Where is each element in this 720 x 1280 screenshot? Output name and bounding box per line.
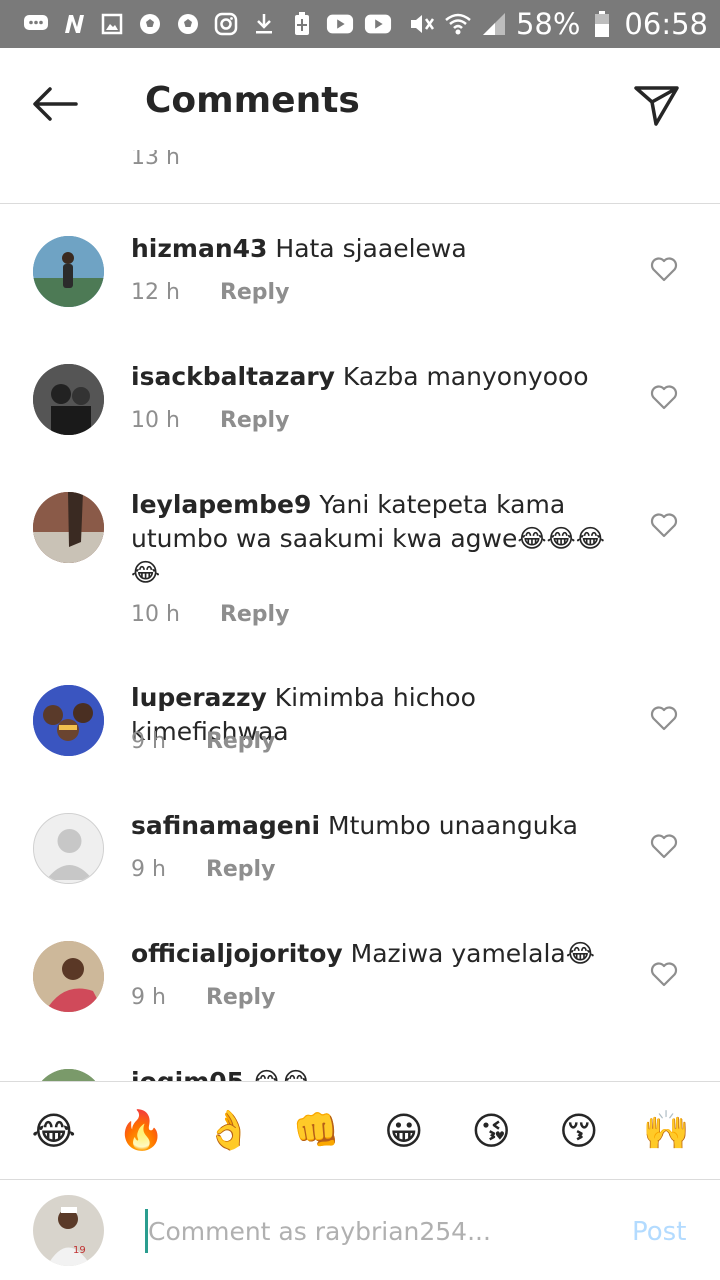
status-bar: 58% 06:58 [0, 0, 720, 48]
youtube-icon [326, 10, 354, 38]
avatar[interactable] [33, 941, 104, 1012]
avatar[interactable] [33, 813, 104, 884]
send-icon [634, 86, 679, 126]
comment-meta: 10 h Reply [131, 408, 289, 433]
chat-icon [22, 10, 50, 38]
heart-icon[interactable] [650, 833, 678, 859]
battery-icon [588, 10, 616, 38]
comment-time: 9 h [131, 729, 166, 754]
battery-percent: 58% [515, 7, 581, 41]
heart-icon[interactable] [650, 512, 678, 538]
comment-input[interactable] [145, 1209, 595, 1253]
clock: 06:58 [624, 7, 708, 41]
reply-button[interactable]: Reply [220, 280, 290, 305]
emoji-quick-bar: 😂 🔥 👌 👊 😀 😘 😚 🙌 [0, 1081, 720, 1180]
comment-time: 9 h [131, 985, 166, 1010]
comment-username[interactable]: luperazzy [131, 683, 267, 712]
youtube-icon [364, 10, 392, 38]
emoji-laughing-icon[interactable]: 😂 [28, 1105, 80, 1157]
heart-icon[interactable] [650, 256, 678, 282]
heart-icon[interactable] [650, 705, 678, 731]
comment-username[interactable]: officialjojoritoy [131, 939, 343, 968]
comment-text: leylapembe9 Yani katepeta kama utumbo wa… [131, 488, 631, 590]
current-user-avatar[interactable]: 19 [33, 1195, 104, 1266]
heart-icon[interactable] [650, 961, 678, 987]
avatar[interactable] [33, 685, 104, 756]
comment-meta: 10 h Reply [131, 602, 289, 627]
avatar[interactable] [33, 364, 104, 435]
comment-time: 12 h [131, 280, 180, 305]
download-icon [250, 10, 278, 38]
avatar[interactable] [33, 492, 104, 563]
comment-meta: 9 h Reply [131, 729, 275, 754]
reply-button[interactable]: Reply [220, 602, 290, 627]
arrow-left-icon [33, 87, 78, 121]
emoji-kiss-heart-icon[interactable]: 😘 [465, 1105, 517, 1157]
reply-button[interactable]: Reply [206, 857, 276, 882]
comment-username[interactable]: leylapembe9 [131, 490, 311, 519]
page-title: Comments [145, 80, 360, 121]
comment-text: hizman43 Hata sjaaelewa [131, 232, 631, 266]
share-button[interactable] [632, 80, 682, 130]
comment-text: officialjojoritoy Maziwa yamelala😂 [131, 937, 631, 971]
back-button[interactable] [30, 84, 80, 124]
comment-body: Hata sjaaelewa [275, 234, 467, 263]
heart-icon[interactable] [650, 384, 678, 410]
svg-text:19: 19 [73, 1245, 86, 1256]
clipped-comment-time: 13 h [131, 150, 180, 170]
image-icon [98, 10, 126, 38]
signal-icon [480, 10, 508, 38]
wifi-icon [444, 10, 472, 38]
soccer-icon [174, 10, 202, 38]
emoji-kiss-icon[interactable]: 😚 [553, 1105, 605, 1157]
comment-meta: 9 h Reply [131, 985, 275, 1010]
comment-text: isackbaltazary Kazba manyonyooo [131, 360, 631, 394]
comment-meta: 12 h Reply [131, 280, 289, 305]
battery-saver-icon [288, 10, 316, 38]
comment-composer: 19 Post [0, 1181, 720, 1280]
comment-meta: 9 h Reply [131, 857, 275, 882]
comment-text: iogim05 😂😂 [131, 1065, 631, 1081]
soccer-icon [136, 10, 164, 38]
emoji-fire-icon[interactable]: 🔥 [115, 1105, 167, 1157]
emoji-raised-hands-icon[interactable]: 🙌 [640, 1105, 692, 1157]
emoji-grinning-icon[interactable]: 😀 [378, 1105, 430, 1157]
avatar[interactable] [33, 236, 104, 307]
mute-icon [408, 10, 436, 38]
reply-button[interactable]: Reply [206, 729, 276, 754]
comment-time: 9 h [131, 857, 166, 882]
avatar[interactable] [33, 1069, 104, 1081]
reply-button[interactable]: Reply [206, 985, 276, 1010]
comment-body: Kazba manyonyooo [342, 362, 589, 391]
comments-header: Comments [0, 48, 720, 160]
instagram-icon [212, 10, 240, 38]
comment-text: safinamageni Mtumbo unaanguka [131, 809, 631, 843]
status-left-icons [22, 10, 392, 38]
comment-time: 10 h [131, 602, 180, 627]
n-icon [60, 10, 88, 38]
comment-username[interactable]: isackbaltazary [131, 362, 335, 391]
status-right: 58% 06:58 [408, 7, 708, 41]
comment-username[interactable]: safinamageni [131, 811, 320, 840]
comment-body: Maziwa yamelala😂 [350, 939, 595, 968]
comment-body: 😂😂 [252, 1067, 310, 1081]
comments-list[interactable]: hizman43 Hata sjaaelewa 12 h Reply isack… [0, 204, 720, 1081]
emoji-fist-icon[interactable]: 👊 [290, 1105, 342, 1157]
comment-username[interactable]: iogim05 [131, 1067, 244, 1081]
emoji-ok-hand-icon[interactable]: 👌 [203, 1105, 255, 1157]
comment-username[interactable]: hizman43 [131, 234, 267, 263]
comment-time: 10 h [131, 408, 180, 433]
reply-button[interactable]: Reply [220, 408, 290, 433]
comment-body: Mtumbo unaanguka [328, 811, 578, 840]
post-button[interactable]: Post [632, 1217, 686, 1247]
